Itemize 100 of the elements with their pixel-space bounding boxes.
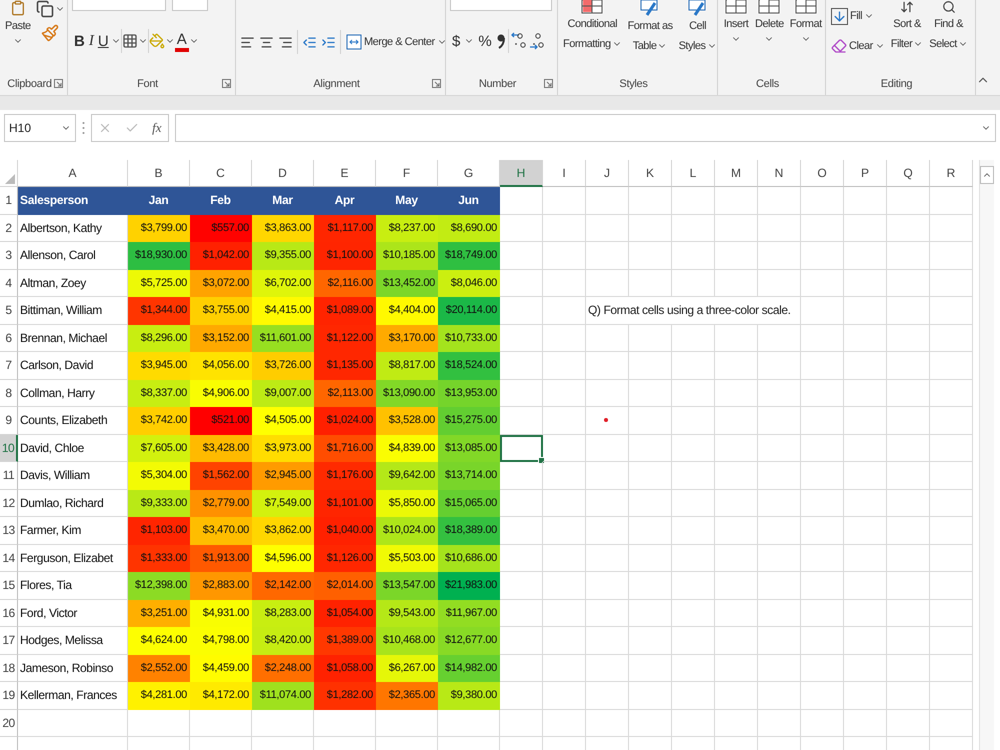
clear-button[interactable]: Clear: [830, 34, 886, 58]
empty-cell: [758, 544, 801, 572]
align-left-icon[interactable]: [240, 34, 255, 50]
row-header[interactable]: 7: [0, 352, 18, 380]
cells-button[interactable]: Format: [788, 0, 823, 44]
format-painter-icon[interactable]: [41, 24, 60, 42]
row-header[interactable]: 17: [0, 627, 18, 654]
styles-button[interactable]: Conditional Formatting: [562, 0, 623, 54]
borders-icon[interactable]: [122, 33, 138, 49]
row-header[interactable]: 19: [0, 682, 18, 710]
column-header[interactable]: O: [801, 160, 844, 187]
font-size-field[interactable]: [172, 0, 208, 11]
drag-handle-icon[interactable]: [82, 121, 85, 135]
decrease-indent-icon[interactable]: [302, 34, 317, 50]
column-header[interactable]: A: [18, 160, 128, 187]
table-cell: $1,135.00: [314, 352, 376, 380]
empty-cell: [930, 462, 973, 490]
column-header[interactable]: F: [376, 160, 438, 187]
align-center-icon[interactable]: [259, 34, 274, 50]
row-header[interactable]: 16: [0, 600, 18, 627]
column-header[interactable]: C: [190, 160, 252, 187]
column-header[interactable]: H: [500, 160, 543, 187]
fill-color-icon[interactable]: [148, 33, 165, 49]
column-header[interactable]: B: [128, 160, 190, 187]
empty-cell: [543, 710, 586, 737]
underline-button[interactable]: U: [96, 29, 111, 53]
row-header[interactable]: 4: [0, 270, 18, 297]
column-header[interactable]: P: [844, 160, 887, 187]
font-color-button[interactable]: A: [174, 30, 189, 52]
column-header[interactable]: I: [543, 160, 586, 187]
table-cell: Farmer, Kim: [18, 517, 128, 544]
row-header[interactable]: 1: [0, 187, 18, 214]
number-format-field[interactable]: [450, 0, 552, 11]
empty-cell: [543, 572, 586, 600]
column-header[interactable]: E: [314, 160, 376, 187]
table-cell: $1,040.00: [314, 517, 376, 544]
fill-handle[interactable]: [538, 457, 545, 464]
fill-button[interactable]: Fill: [830, 4, 876, 28]
cells-button[interactable]: Insert: [722, 0, 750, 44]
increase-indent-icon[interactable]: [321, 34, 336, 50]
row-header[interactable]: 14: [0, 544, 18, 572]
empty-cell: [758, 627, 801, 654]
column-header[interactable]: G: [438, 160, 500, 187]
row-header[interactable]: 9: [0, 407, 18, 434]
formula-input[interactable]: [175, 114, 996, 142]
dialog-launcher-icon[interactable]: [544, 79, 553, 88]
row-header[interactable]: 20: [0, 710, 18, 737]
row-header[interactable]: 2: [0, 214, 18, 242]
dialog-launcher-icon[interactable]: [432, 79, 441, 88]
cells-button[interactable]: Delete: [754, 0, 785, 44]
table-cell: Brennan, Michael: [18, 324, 128, 352]
bold-button[interactable]: B: [72, 29, 87, 53]
dialog-launcher-icon[interactable]: [222, 79, 231, 88]
column-header[interactable]: M: [715, 160, 758, 187]
editing-button[interactable]: Find & Select: [928, 0, 969, 54]
italic-button[interactable]: I: [86, 29, 96, 53]
row-header[interactable]: 15: [0, 572, 18, 600]
empty-cell: [586, 517, 629, 544]
empty-cell: [715, 407, 758, 434]
empty-cell: [801, 600, 844, 627]
insert-function-button[interactable]: fx: [152, 120, 162, 136]
copy-icon[interactable]: [36, 0, 54, 18]
align-right-icon[interactable]: [278, 34, 293, 50]
styles-button[interactable]: Cell Styles: [678, 0, 717, 56]
percent-button[interactable]: %: [476, 29, 494, 53]
column-header[interactable]: K: [629, 160, 672, 187]
currency-button[interactable]: $: [450, 29, 462, 53]
column-header[interactable]: D: [252, 160, 314, 187]
row-header[interactable]: 10: [0, 434, 18, 462]
column-header[interactable]: R: [930, 160, 973, 187]
row-header[interactable]: 5: [0, 297, 18, 324]
font-name-field[interactable]: [72, 0, 166, 11]
row-header[interactable]: 8: [0, 380, 18, 407]
column-header[interactable]: J: [586, 160, 629, 187]
table-cell: $1,389.00: [314, 627, 376, 654]
row-header[interactable]: 3: [0, 242, 18, 270]
row-header[interactable]: 12: [0, 490, 18, 517]
name-box[interactable]: H10: [4, 114, 76, 142]
comma-style-icon[interactable]: [496, 32, 506, 50]
header-cell: Mar: [252, 187, 314, 214]
column-header[interactable]: L: [672, 160, 715, 187]
empty-cell: [801, 517, 844, 544]
empty-cell: [801, 187, 844, 214]
column-header[interactable]: N: [758, 160, 801, 187]
empty-cell: [715, 352, 758, 380]
styles-button[interactable]: Format as Table: [626, 0, 674, 56]
vertical-scrollbar[interactable]: [979, 160, 994, 750]
table-cell: $1,126.00: [314, 544, 376, 572]
row-header[interactable]: 18: [0, 654, 18, 682]
merge-center-button[interactable]: Merge & Center: [345, 30, 445, 54]
column-header[interactable]: Q: [887, 160, 930, 187]
paste-button[interactable]: Paste: [4, 0, 32, 46]
editing-button[interactable]: Sort & Filter: [890, 0, 924, 54]
row-header[interactable]: 13: [0, 517, 18, 544]
selected-cell[interactable]: [500, 434, 543, 462]
row-header[interactable]: 6: [0, 324, 18, 352]
empty-cell: [672, 214, 715, 242]
dialog-launcher-icon[interactable]: [54, 79, 63, 88]
group-label: Clipboard: [7, 78, 52, 90]
row-header[interactable]: 11: [0, 462, 18, 490]
